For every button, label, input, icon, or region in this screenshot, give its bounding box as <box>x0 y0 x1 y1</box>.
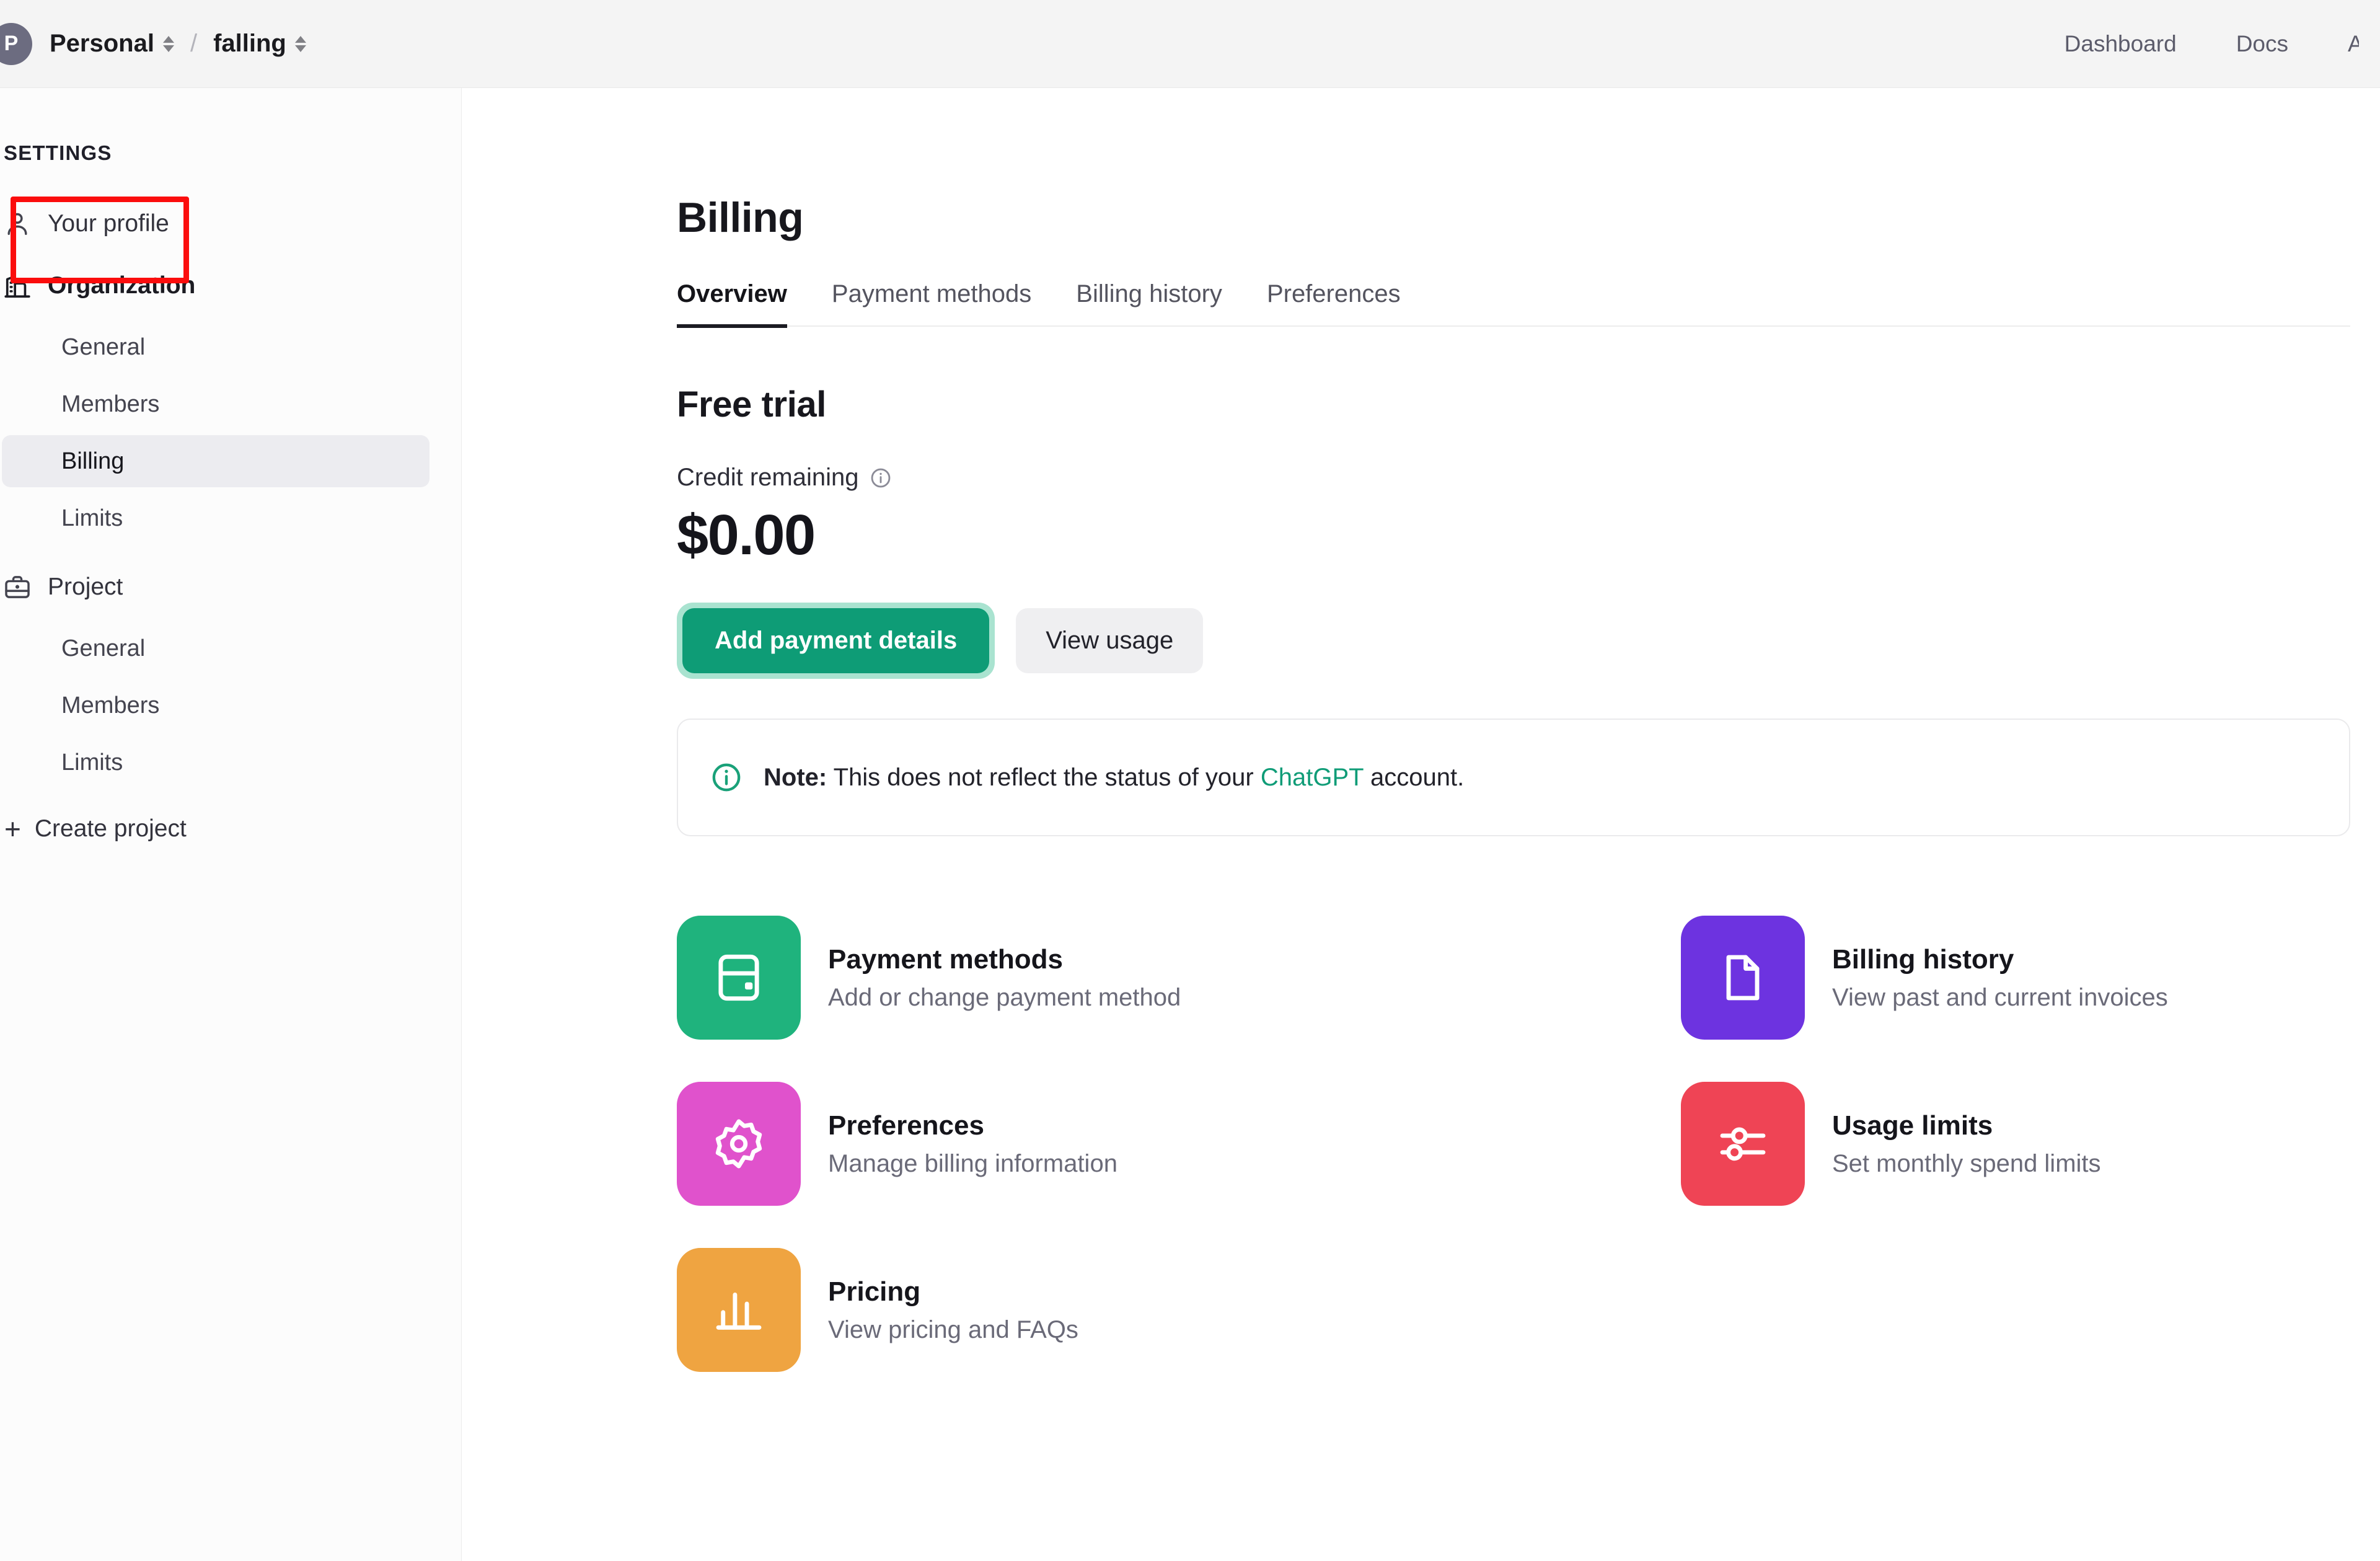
credit-amount: $0.00 <box>677 503 816 567</box>
card-subtitle: Manage billing information <box>828 1149 1117 1177</box>
sidebar-item-project-members[interactable]: Members <box>2 679 430 732</box>
plan-title: Free trial <box>677 384 826 425</box>
avatar[interactable]: P <box>0 22 32 65</box>
sidebar-item-your-profile[interactable]: Your profile <box>2 197 461 250</box>
breadcrumb: P Personal / falling <box>0 22 306 65</box>
sidebar-item-label: Limits <box>61 749 123 776</box>
sidebar-item-label: Limits <box>61 505 123 531</box>
card-payment-methods[interactable]: Payment methods Add or change payment me… <box>677 916 1681 1040</box>
nav-link-docs[interactable]: Docs <box>2236 31 2288 57</box>
sidebar-item-org-members[interactable]: Members <box>2 378 430 430</box>
info-circle-icon[interactable] <box>870 467 892 489</box>
card-subtitle: Set monthly spend limits <box>1832 1149 2101 1177</box>
card-title: Payment methods <box>828 944 1063 975</box>
add-payment-details-highlight: Add payment details <box>677 603 995 679</box>
card-title: Preferences <box>828 1110 984 1141</box>
top-bar: P Personal / falling Dashboard Docs A <box>0 0 2380 88</box>
card-title: Usage limits <box>1832 1110 1993 1141</box>
credit-remaining-row: Credit remaining <box>677 464 2380 492</box>
tab-billing-history[interactable]: Billing history <box>1076 280 1222 328</box>
create-project-button[interactable]: + Create project <box>2 802 461 856</box>
info-circle-icon <box>710 761 743 794</box>
sidebar-item-label: Members <box>61 692 160 719</box>
tab-bar: Overview Payment methods Billing history… <box>677 280 2350 328</box>
sidebar-section-organization[interactable]: Organization <box>2 259 461 312</box>
breadcrumb-separator: / <box>190 30 198 57</box>
sidebar-item-label: Organization <box>48 272 196 299</box>
tab-overview[interactable]: Overview <box>677 280 787 328</box>
main-content: Billing Overview Payment methods Billing… <box>462 88 2380 1561</box>
add-payment-details-button[interactable]: Add payment details <box>682 608 990 673</box>
sidebar-item-label: Billing <box>61 448 125 474</box>
card-billing-history[interactable]: Billing history View past and current in… <box>1681 916 2380 1040</box>
page-title: Billing <box>677 194 804 241</box>
chevron-updown-icon[interactable] <box>162 35 174 52</box>
sidebar-item-label: General <box>61 334 146 360</box>
create-project-label: Create project <box>34 815 187 842</box>
sidebar-item-org-billing[interactable]: Billing <box>2 435 430 487</box>
bar-chart-icon <box>677 1248 801 1372</box>
tab-preferences[interactable]: Preferences <box>1267 280 1401 328</box>
sidebar-section-project[interactable]: Project <box>2 560 461 614</box>
card-text: Billing history View past and current in… <box>1832 944 2168 1012</box>
sidebar-item-label: General <box>61 635 146 661</box>
document-icon <box>1681 916 1805 1040</box>
note-text-after: account. <box>1363 763 1465 791</box>
breadcrumb-org-label: Personal <box>50 30 154 57</box>
sidebar: SETTINGS Your profile Organization Gener… <box>0 88 462 1561</box>
sidebar-item-project-limits[interactable]: Limits <box>2 736 430 789</box>
card-subtitle: Add or change payment method <box>828 983 1181 1011</box>
plus-icon: + <box>4 813 21 845</box>
gear-icon <box>677 1082 801 1206</box>
billing-card-grid: Payment methods Add or change payment me… <box>677 916 2380 1372</box>
sliders-icon <box>1681 1082 1805 1206</box>
card-subtitle: View pricing and FAQs <box>828 1316 1078 1343</box>
tab-payment-methods[interactable]: Payment methods <box>832 280 1031 328</box>
card-text: Preferences Manage billing information <box>828 1110 1117 1178</box>
sidebar-item-project-general[interactable]: General <box>2 622 430 674</box>
card-pricing[interactable]: Pricing View pricing and FAQs <box>677 1248 1681 1372</box>
building-icon <box>3 272 32 300</box>
breadcrumb-project[interactable]: falling <box>213 30 306 58</box>
credit-card-icon <box>677 916 801 1040</box>
card-title: Billing history <box>1832 944 2014 975</box>
note-text-before: This does not reflect the status of your <box>827 763 1261 791</box>
nav-link-dashboard[interactable]: Dashboard <box>2065 31 2177 57</box>
credit-remaining-label: Credit remaining <box>677 464 859 491</box>
card-title: Pricing <box>828 1276 921 1307</box>
breadcrumb-project-label: falling <box>213 30 286 57</box>
note-text: Note: This does not reflect the status o… <box>764 764 1464 792</box>
card-text: Usage limits Set monthly spend limits <box>1832 1110 2101 1178</box>
top-nav: Dashboard Docs A <box>2065 31 2380 57</box>
action-button-row: Add payment details View usage <box>677 603 2380 679</box>
card-text: Payment methods Add or change payment me… <box>828 944 1181 1012</box>
sidebar-item-label: Your profile <box>48 210 169 237</box>
card-preferences[interactable]: Preferences Manage billing information <box>677 1082 1681 1206</box>
sidebar-item-label: Members <box>61 391 160 417</box>
breadcrumb-org[interactable]: Personal <box>50 30 174 58</box>
briefcase-icon <box>3 573 32 601</box>
sidebar-item-org-general[interactable]: General <box>2 321 430 373</box>
chevron-updown-icon[interactable] <box>294 35 306 52</box>
note-bold-prefix: Note: <box>764 763 827 791</box>
user-icon <box>3 210 32 238</box>
note-banner: Note: This does not reflect the status o… <box>677 719 2350 836</box>
sidebar-item-org-limits[interactable]: Limits <box>2 492 430 544</box>
sidebar-item-label: Project <box>48 573 123 600</box>
card-text: Pricing View pricing and FAQs <box>828 1276 1078 1344</box>
view-usage-button[interactable]: View usage <box>1016 608 1204 673</box>
nav-link-overflow[interactable]: A <box>2348 31 2359 57</box>
note-chatgpt-link[interactable]: ChatGPT <box>1261 764 1364 791</box>
card-subtitle: View past and current invoices <box>1832 983 2168 1011</box>
card-usage-limits[interactable]: Usage limits Set monthly spend limits <box>1681 1082 2380 1206</box>
sidebar-heading: SETTINGS <box>4 141 112 164</box>
